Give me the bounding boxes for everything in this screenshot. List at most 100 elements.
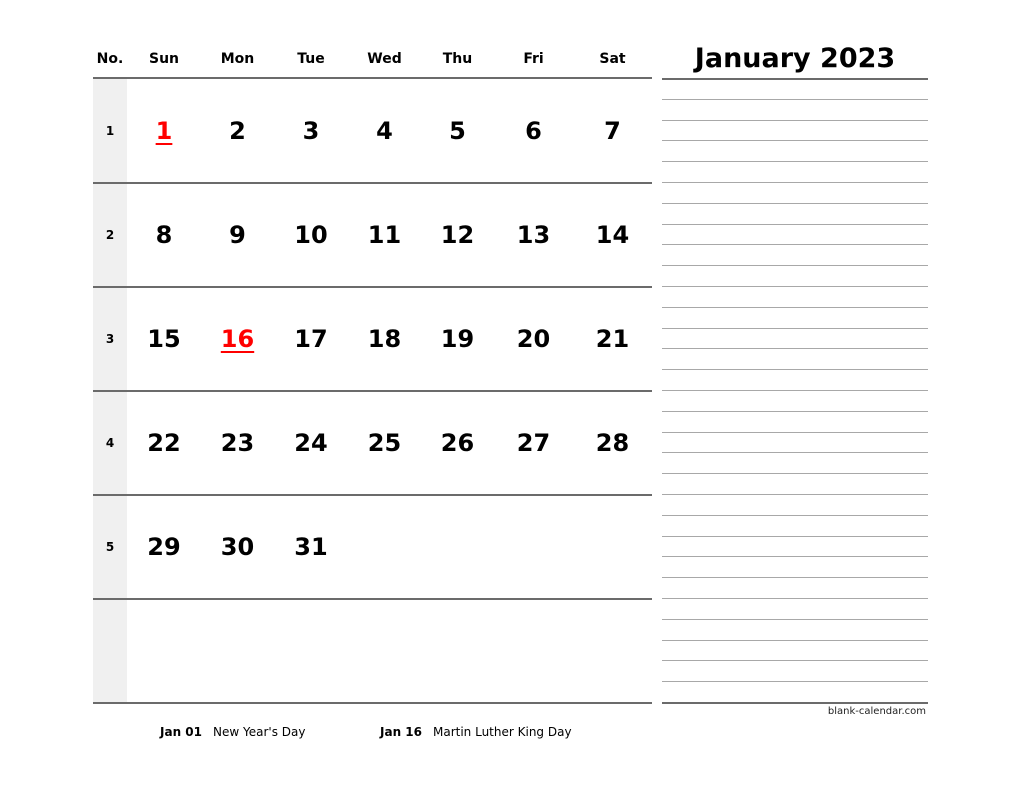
note-line [662, 681, 928, 683]
day-cell-wed: 18 [367, 325, 402, 353]
day-cell-fri: 6 [525, 117, 542, 145]
week-number: 5 [105, 540, 115, 554]
day-cell-sat: 21 [595, 325, 630, 353]
day-cell-mon: 23 [220, 429, 255, 457]
week-number: 4 [105, 436, 115, 450]
header-sun: Sun [148, 51, 180, 67]
header-fri: Fri [523, 51, 544, 67]
note-line [662, 286, 928, 287]
day-cell-sat: 14 [595, 221, 630, 249]
day-cell-fri: 27 [516, 429, 551, 457]
note-line [662, 660, 928, 662]
note-line [662, 390, 928, 391]
header-wed: Wed [367, 51, 402, 67]
holiday-date: Jan 01 [160, 725, 202, 739]
day-cell-thu [421, 599, 494, 703]
day-cell-wed: 25 [367, 429, 402, 457]
note-line [662, 431, 928, 433]
day-cell-sun: 15 [147, 325, 181, 353]
day-cell-sun: 8 [155, 221, 173, 249]
day-cell-sat [573, 599, 652, 703]
day-cell-sun [127, 599, 201, 703]
note-line [662, 410, 928, 412]
day-cell-wed [348, 495, 421, 599]
week-number: 1 [105, 124, 115, 138]
week-number: 2 [105, 228, 115, 242]
note-line [662, 702, 928, 704]
note-line [662, 639, 928, 641]
day-cell-tue: 10 [294, 221, 328, 249]
day-cell-mon [201, 599, 274, 703]
header-no: No. [96, 51, 124, 67]
day-cell-fri: 13 [516, 221, 551, 249]
holiday-name: Martin Luther King Day [433, 725, 572, 739]
note-line [662, 161, 928, 163]
note-line [662, 140, 928, 142]
day-cell-mon: 16 [220, 325, 255, 353]
holiday-legend: Jan 01 New Year's Day Jan 16 Martin Luth… [0, 725, 1024, 745]
day-cell-thu: 12 [440, 221, 475, 249]
note-line [662, 577, 928, 579]
note-line [662, 452, 928, 454]
day-cell-tue: 24 [294, 429, 328, 457]
holiday-name: New Year's Day [213, 725, 306, 739]
day-cell-sat [573, 495, 652, 599]
header-mon: Mon [220, 51, 255, 67]
day-cell-tue: 31 [294, 533, 328, 561]
week-row: 5 29 30 31 [93, 495, 652, 600]
day-cell-tue: 3 [302, 117, 320, 145]
note-line [662, 473, 928, 475]
day-cell-sun: 29 [147, 533, 181, 561]
week-row: 2 8 9 10 11 12 13 14 [93, 183, 652, 288]
note-line [662, 494, 928, 495]
note-line [662, 535, 928, 537]
note-line [662, 202, 928, 204]
note-line [662, 598, 928, 599]
day-cell-thu: 5 [449, 117, 466, 145]
note-line [662, 618, 928, 620]
note-line [662, 98, 928, 100]
day-cell-wed: 4 [376, 117, 393, 145]
week-divider [93, 702, 652, 704]
week-row [93, 599, 652, 704]
week-row: 1 1 2 3 4 5 6 7 [93, 79, 652, 184]
day-cell-thu: 26 [440, 429, 475, 457]
note-line [662, 348, 928, 350]
day-cell-fri [494, 599, 573, 703]
header-sat: Sat [599, 51, 626, 67]
site-credit: blank-calendar.com [827, 706, 926, 717]
note-line [662, 119, 928, 121]
note-line [662, 78, 928, 80]
day-cell-wed: 11 [367, 221, 402, 249]
day-cell-thu [421, 495, 494, 599]
day-cell-sat: 28 [595, 429, 630, 457]
note-line [662, 223, 928, 225]
day-cell-fri [494, 495, 573, 599]
day-cell-sun: 22 [147, 429, 181, 457]
header-tue: Tue [297, 51, 325, 67]
note-line [662, 306, 928, 308]
note-line [662, 327, 928, 329]
day-cell-mon: 2 [229, 117, 246, 145]
day-cell-mon: 30 [220, 533, 255, 561]
day-cell-tue [274, 599, 348, 703]
note-line [662, 265, 928, 267]
header-thu: Thu [442, 51, 473, 67]
day-cell-sat: 7 [604, 117, 621, 145]
note-line [662, 182, 928, 183]
note-line [662, 369, 928, 371]
week-row: 3 15 16 17 18 19 20 21 [93, 287, 652, 392]
week-number: 3 [105, 332, 115, 346]
day-cell-tue: 17 [294, 325, 328, 353]
note-line [662, 244, 928, 246]
week-number [93, 599, 127, 703]
note-line [662, 514, 928, 516]
day-cell-sun: 1 [155, 117, 173, 145]
note-line [662, 556, 928, 558]
month-title: January 2023 [694, 43, 896, 74]
holiday-date: Jan 16 [380, 725, 422, 739]
day-cell-mon: 9 [229, 221, 246, 249]
day-cell-wed [348, 599, 421, 703]
week-row: 4 22 23 24 25 26 27 28 [93, 391, 652, 496]
day-cell-thu: 19 [440, 325, 475, 353]
